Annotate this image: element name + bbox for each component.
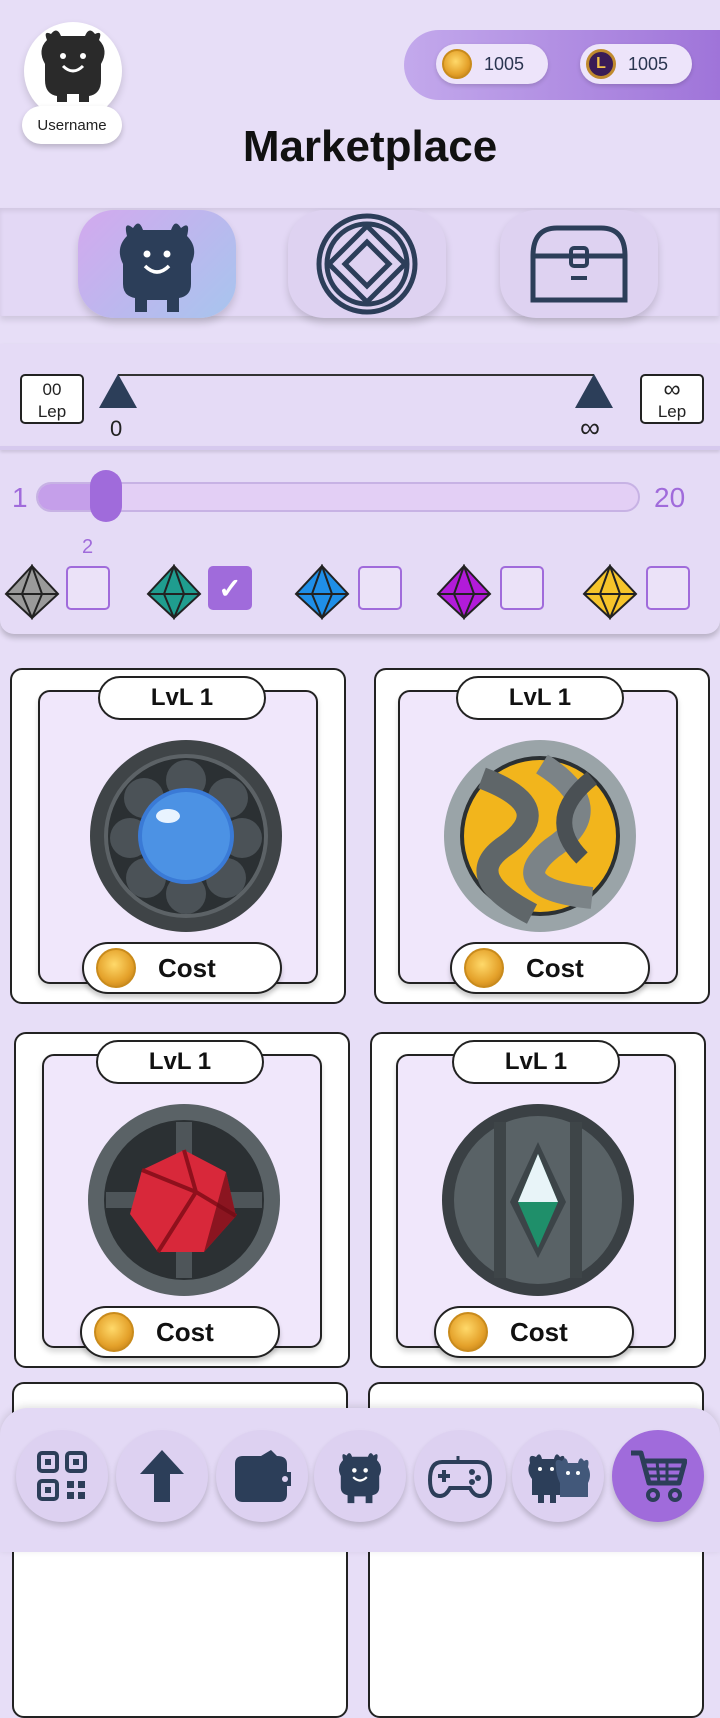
item-cost-label: Cost xyxy=(526,952,584,983)
item-cost-button[interactable]: Cost xyxy=(80,1306,280,1358)
category-monsters-button[interactable] xyxy=(78,210,236,318)
filter-divider xyxy=(0,446,720,450)
coin-balance-value: 1005 xyxy=(484,53,525,74)
nav-marketplace-button[interactable] xyxy=(612,1430,704,1522)
gamepad-icon xyxy=(428,1456,492,1498)
item-cost-button[interactable]: Cost xyxy=(82,942,282,994)
nav-friends-button[interactable] xyxy=(512,1430,604,1522)
rarity-yellow-checkbox[interactable] xyxy=(646,566,690,610)
item-level-badge: LvL 1 xyxy=(452,1040,620,1084)
blue-gem-icon xyxy=(294,564,350,620)
max-price-value: ∞ xyxy=(663,376,681,403)
item-cost-label: Cost xyxy=(510,1316,568,1347)
max-price-box[interactable]: ∞ Lep xyxy=(640,374,704,424)
lep-token-icon: L xyxy=(586,49,616,79)
nav-wallet-button[interactable] xyxy=(216,1430,308,1522)
nav-qr-button[interactable] xyxy=(16,1430,108,1522)
red-gem-icon xyxy=(88,1104,280,1296)
level-slider-thumb[interactable] xyxy=(90,470,122,522)
friends-icon xyxy=(528,1454,590,1503)
blue-orb-icon xyxy=(90,740,282,932)
diamond-emblem-icon xyxy=(316,213,418,315)
coin-icon xyxy=(448,1312,488,1352)
cart-icon xyxy=(631,1450,687,1502)
price-min-label: 0 xyxy=(110,416,123,441)
gray-gem-icon xyxy=(4,564,60,620)
level-current-label: 2 xyxy=(82,536,94,558)
item-cost-button[interactable]: Cost xyxy=(450,942,650,994)
treasure-chest-icon xyxy=(530,225,628,303)
rarity-blue-checkbox[interactable] xyxy=(358,566,402,610)
purple-gem-icon xyxy=(436,564,492,620)
coin-icon xyxy=(464,948,504,988)
item-cost-label: Cost xyxy=(158,952,216,983)
monster-icon xyxy=(119,223,195,312)
category-gems-button[interactable] xyxy=(288,210,446,318)
rarity-purple-checkbox[interactable] xyxy=(500,566,544,610)
lep-balance[interactable]: L 1005 xyxy=(580,44,692,84)
item-level-badge: LvL 1 xyxy=(456,676,624,720)
monster-avatar-icon xyxy=(41,30,105,102)
lep-balance-value: 1005 xyxy=(628,53,669,74)
item-level-badge: LvL 1 xyxy=(98,676,266,720)
rarity-teal-checkbox[interactable]: ✓ xyxy=(208,566,252,610)
coin-icon xyxy=(96,948,136,988)
coin-icon xyxy=(442,49,472,79)
nav-games-button[interactable] xyxy=(414,1430,506,1522)
wallet-icon xyxy=(235,1450,291,1502)
item-level-badge: LvL 1 xyxy=(96,1040,264,1084)
price-max-label: ∞ xyxy=(580,412,600,443)
qr-code-icon xyxy=(37,1451,87,1501)
min-price-box[interactable]: 00 Lep xyxy=(20,374,84,424)
level-min-label: 1 xyxy=(12,482,28,513)
max-price-unit: Lep xyxy=(657,402,687,421)
checkmark-icon: ✓ xyxy=(218,572,242,604)
yellow-gem-icon xyxy=(582,564,638,620)
price-min-handle[interactable] xyxy=(99,374,137,408)
teal-gem-icon xyxy=(146,564,202,620)
item-cost-label: Cost xyxy=(156,1316,214,1347)
coin-icon xyxy=(94,1312,134,1352)
price-range-track xyxy=(118,374,594,376)
price-max-handle[interactable] xyxy=(575,374,613,408)
min-price-unit: Lep xyxy=(37,402,67,421)
nav-monster-button[interactable] xyxy=(314,1430,406,1522)
level-max-label: 20 xyxy=(654,482,686,513)
yellow-twisted-orb-icon xyxy=(444,740,636,932)
upload-arrow-icon xyxy=(140,1450,184,1502)
green-crystal-icon xyxy=(442,1104,634,1296)
item-cost-button[interactable]: Cost xyxy=(434,1306,634,1358)
coin-balance[interactable]: 1005 xyxy=(436,44,548,84)
page-title: Marketplace xyxy=(242,122,498,171)
rarity-gray-checkbox[interactable] xyxy=(66,566,110,610)
level-slider-track[interactable] xyxy=(36,482,640,512)
category-chests-button[interactable] xyxy=(500,210,658,318)
min-price-value: 00 xyxy=(42,380,62,399)
monster-icon xyxy=(338,1453,382,1504)
nav-upload-button[interactable] xyxy=(116,1430,208,1522)
